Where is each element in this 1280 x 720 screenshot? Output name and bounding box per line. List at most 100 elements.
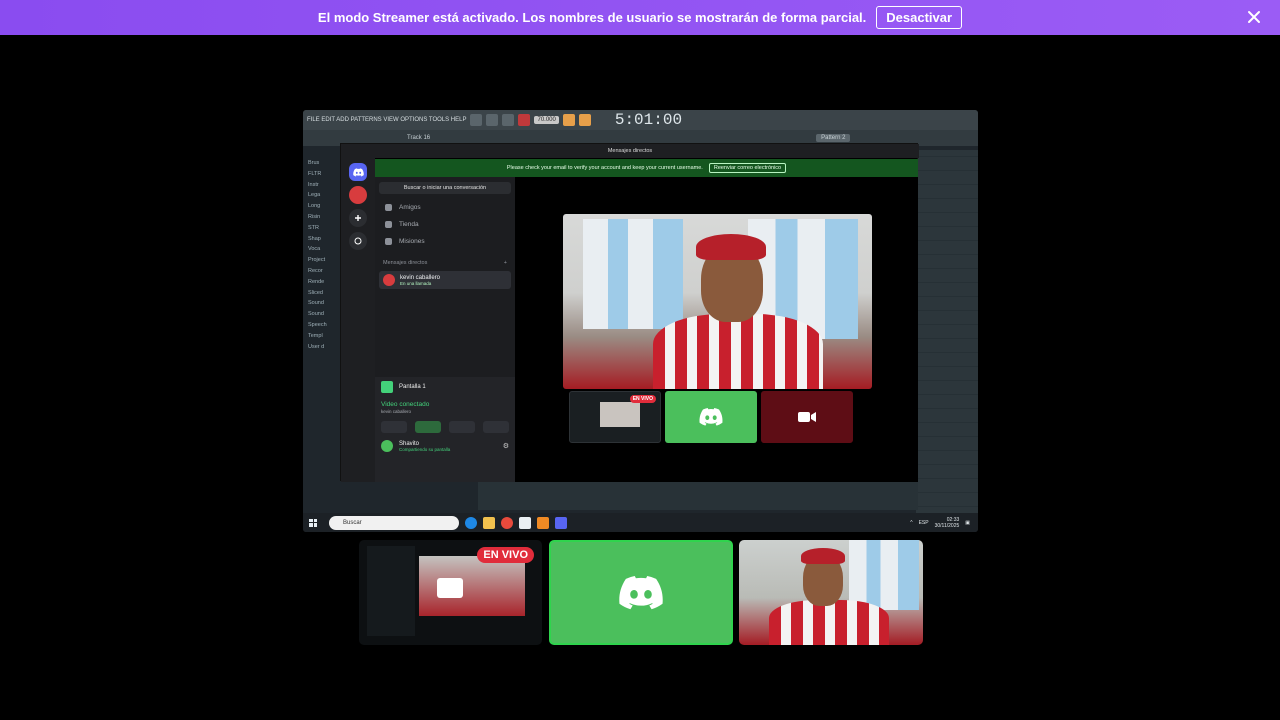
friends-icon: [385, 204, 392, 211]
fl-playlist: [916, 150, 978, 520]
camera-button[interactable]: [381, 421, 407, 433]
fl-browser-item[interactable]: Recor: [308, 266, 344, 277]
record-icon[interactable]: [518, 114, 531, 126]
jersey-background: [583, 219, 683, 329]
avatar[interactable]: [381, 440, 393, 452]
track-label: Track 16: [407, 135, 431, 141]
video-connected-user: kevin caballero: [381, 409, 412, 414]
fl-browser-item[interactable]: Brus: [308, 158, 344, 169]
windows-start-icon[interactable]: [309, 518, 317, 527]
discord-window: Mensajes directos Please check your emai…: [340, 143, 919, 482]
stream-thumbnail[interactable]: EN VIVO: [569, 391, 661, 443]
nav-quests[interactable]: Misiones: [375, 233, 515, 250]
discord-call-area: EN VIVO: [515, 177, 918, 482]
fl-browser-item[interactable]: Sound: [308, 298, 344, 309]
soundboard-button[interactable]: [483, 421, 509, 433]
screen-share-icon: [381, 381, 393, 393]
user-panel: Shavito Compartiendo su pantalla ⚙: [375, 436, 515, 456]
language-indicator[interactable]: ESP: [919, 520, 929, 526]
taskbar-search-input[interactable]: Buscar: [329, 515, 459, 530]
fl-browser-item[interactable]: Sound: [308, 309, 344, 320]
explore-icon[interactable]: [349, 232, 367, 250]
fl-browser-item[interactable]: Lega: [308, 190, 344, 201]
participant-cap: [801, 548, 845, 564]
add-dm-icon[interactable]: +: [504, 260, 507, 266]
fl-browser-item[interactable]: Project: [308, 255, 344, 266]
wait-input-icon[interactable]: [578, 114, 591, 126]
participant-tile-discord[interactable]: [549, 540, 733, 645]
system-tray: ^ ESP 02:33 30/11/2025 ▣: [910, 517, 970, 529]
live-badge: EN VIVO: [629, 395, 656, 403]
participant-tile-camera[interactable]: [739, 540, 923, 645]
self-status: Compartiendo su pantalla: [399, 446, 451, 452]
nav-friends[interactable]: Amigos: [375, 199, 515, 216]
discord-window-title: Mensajes directos: [341, 144, 919, 158]
voice-controls: [375, 418, 515, 436]
discord-logo-icon: [699, 408, 723, 426]
edge-icon[interactable]: [465, 516, 477, 529]
metronome-icon[interactable]: [562, 114, 575, 126]
dm-user-status: En una llamada: [400, 280, 432, 286]
settings-gear-icon[interactable]: ⚙: [503, 442, 509, 450]
streamer-mode-banner: El modo Streamer está activado. Los nomb…: [0, 0, 1280, 35]
fl-browser-item[interactable]: Long: [308, 201, 344, 212]
stream-preview: [419, 556, 525, 616]
screen-share-button[interactable]: [415, 421, 441, 433]
participant-camera-feed[interactable]: [563, 214, 872, 389]
file-explorer-icon[interactable]: [483, 516, 495, 529]
discord-avatar-tile[interactable]: [665, 391, 757, 443]
fl-browser-item[interactable]: Sliced: [308, 288, 344, 299]
discord-home-icon[interactable]: [349, 163, 367, 181]
fl-browser-item[interactable]: Voca: [308, 244, 344, 255]
store-app-icon[interactable]: [519, 516, 531, 529]
fl-browser-item[interactable]: FLTR: [308, 169, 344, 180]
discord-server-rail: [341, 158, 375, 482]
play-icon[interactable]: [486, 114, 499, 126]
notifications-icon[interactable]: ▣: [965, 520, 970, 526]
camera-off-tile[interactable]: [761, 391, 853, 443]
close-icon[interactable]: [1246, 9, 1262, 25]
participant-shirt: [769, 600, 889, 645]
avatar: [383, 274, 395, 286]
resend-email-button[interactable]: Reenviar correo electrónico: [708, 163, 787, 173]
fl-browser-item[interactable]: Shap: [308, 234, 344, 245]
shared-screen-stream[interactable]: FILE EDIT ADD PATTERNS VIEW OPTIONS TOOL…: [303, 110, 978, 532]
fl-browser-item[interactable]: User d: [308, 342, 344, 353]
verify-message: Please check your email to verify your a…: [506, 165, 703, 171]
fl-pattern-song-icon[interactable]: [470, 114, 483, 126]
fl-browser-item[interactable]: STR: [308, 223, 344, 234]
dm-search-input[interactable]: Buscar o iniciar una conversación: [379, 182, 511, 194]
fl-channel-rack: [478, 480, 918, 510]
dm-header: Mensajes directos +: [383, 260, 507, 266]
fl-browser-item[interactable]: Speech: [308, 320, 344, 331]
fl-browser-item[interactable]: Templ: [308, 331, 344, 342]
add-server-icon[interactable]: [349, 209, 367, 227]
participant-tile-stream[interactable]: EN VIVO: [359, 540, 542, 645]
dm-avatar-icon[interactable]: [349, 186, 367, 204]
fl-browser-item[interactable]: Risin: [308, 212, 344, 223]
pattern-selector[interactable]: Pattern 2: [816, 134, 851, 142]
fl-menu-items[interactable]: FILE EDIT ADD PATTERNS VIEW OPTIONS TOOL…: [307, 117, 466, 123]
screen-share-row[interactable]: Pantalla 1: [375, 377, 515, 397]
live-badge: EN VIVO: [477, 547, 534, 563]
dm-item[interactable]: kevin caballero En una llamada: [379, 271, 511, 289]
discord-taskbar-icon[interactable]: [555, 516, 567, 529]
tray-chevron-icon[interactable]: ^: [910, 520, 912, 526]
fl-browser-panel: Brus FLTR Instr Lega Long Risin STR Shap Voca Pro…: [308, 158, 344, 518]
streamer-mode-message: El modo Streamer está activado. Los nomb…: [317, 10, 867, 25]
clock-date: 30/11/2025: [934, 522, 960, 529]
participant-shirt: [653, 314, 823, 389]
fl-browser-item[interactable]: Rende: [308, 277, 344, 288]
stop-icon[interactable]: [502, 114, 515, 126]
fl-studio-icon[interactable]: [537, 516, 549, 529]
video-connected-label: Video conectado: [381, 401, 430, 408]
fl-browser-item[interactable]: Instr: [308, 180, 344, 191]
tempo-display[interactable]: 70.000: [534, 116, 559, 124]
participant-cap: [696, 234, 766, 260]
video-camera-icon: [798, 412, 816, 422]
activities-button[interactable]: [449, 421, 475, 433]
nav-store[interactable]: Tienda: [375, 216, 515, 233]
chrome-icon[interactable]: [501, 516, 513, 529]
song-time-display: 5:01:00: [614, 111, 683, 129]
deactivate-button[interactable]: Desactivar: [876, 6, 963, 29]
